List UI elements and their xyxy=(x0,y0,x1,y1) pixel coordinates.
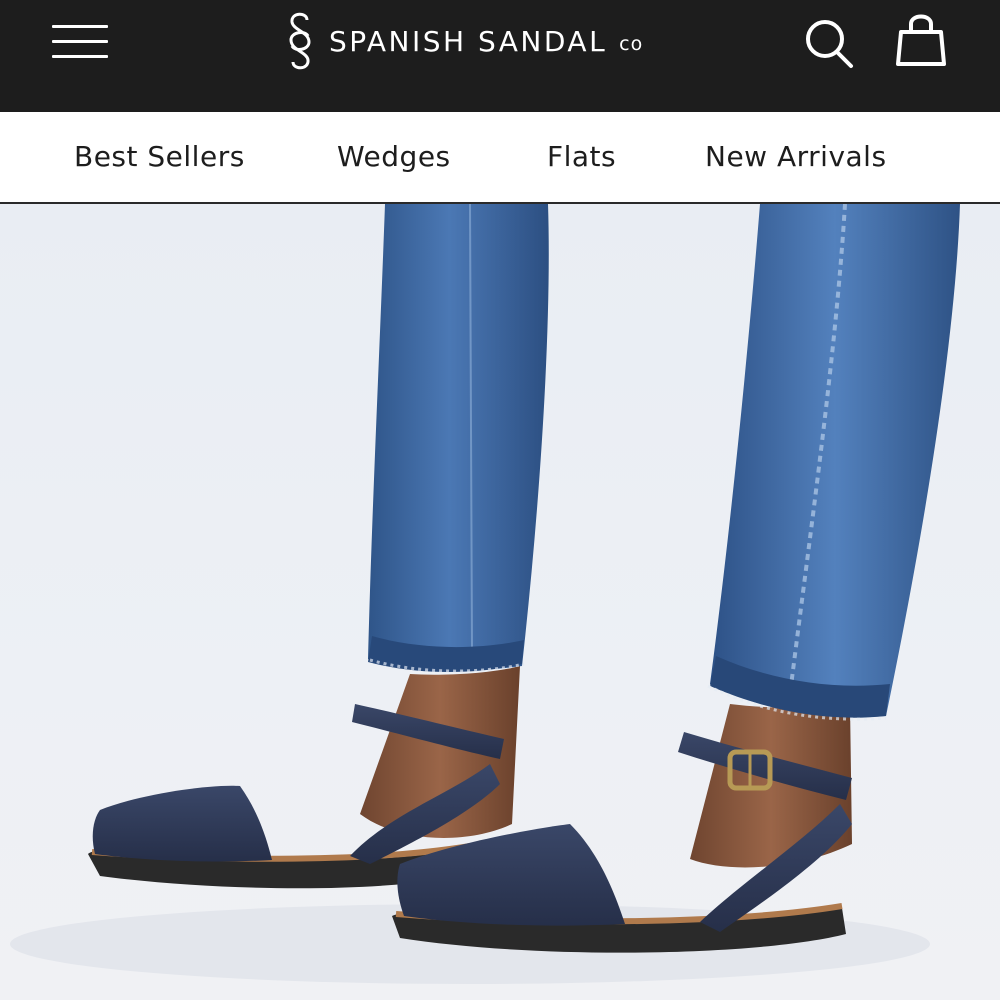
cart-button[interactable] xyxy=(892,10,950,70)
brand-logo[interactable]: SPANISH SANDAL co xyxy=(283,8,643,74)
nav-item-wedges[interactable]: Wedges xyxy=(337,140,451,173)
menu-icon-bar-bottom xyxy=(52,55,108,58)
category-nav: Best Sellers Wedges Flats New Arrivals xyxy=(0,112,1000,204)
nav-item-best-sellers[interactable]: Best Sellers xyxy=(74,140,245,173)
sandals-photo xyxy=(10,204,960,984)
menu-icon-bar-middle xyxy=(52,40,108,43)
right-toe-strap xyxy=(397,824,625,926)
hero-image[interactable] xyxy=(0,204,1000,1000)
right-jeans xyxy=(710,204,960,718)
section-sign-logo-icon xyxy=(289,12,311,70)
nav-item-new-arrivals[interactable]: New Arrivals xyxy=(705,140,887,173)
nav-item-flats[interactable]: Flats xyxy=(547,140,616,173)
site-header: SPANISH SANDAL co xyxy=(0,0,1000,112)
search-icon xyxy=(806,20,853,68)
brand-suffix: co xyxy=(619,33,644,55)
menu-icon-bar-top xyxy=(52,25,108,28)
left-jeans xyxy=(368,204,549,671)
search-button[interactable] xyxy=(802,14,858,70)
left-toe-strap xyxy=(92,785,272,862)
menu-button[interactable] xyxy=(52,22,110,62)
brand-name: SPANISH SANDAL xyxy=(329,24,608,58)
shopping-bag-icon xyxy=(896,14,946,66)
